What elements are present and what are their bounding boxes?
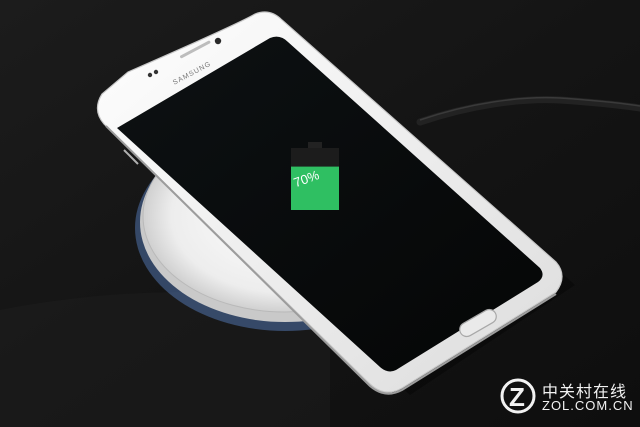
zol-watermark: Z 中关村在线 ZOL.COM.CN [498, 374, 634, 420]
photo-scene: SAMSUNG 70% [0, 0, 640, 427]
svg-text:Z: Z [509, 382, 525, 412]
battery-indicator: 70% [291, 142, 339, 210]
front-camera [214, 37, 222, 45]
watermark-en-text: ZOL.COM.CN [542, 398, 634, 413]
sensor-dot [153, 69, 159, 75]
zol-logo-icon: Z [500, 378, 536, 414]
sensor-dot [147, 72, 153, 78]
battery-cap [308, 142, 322, 148]
